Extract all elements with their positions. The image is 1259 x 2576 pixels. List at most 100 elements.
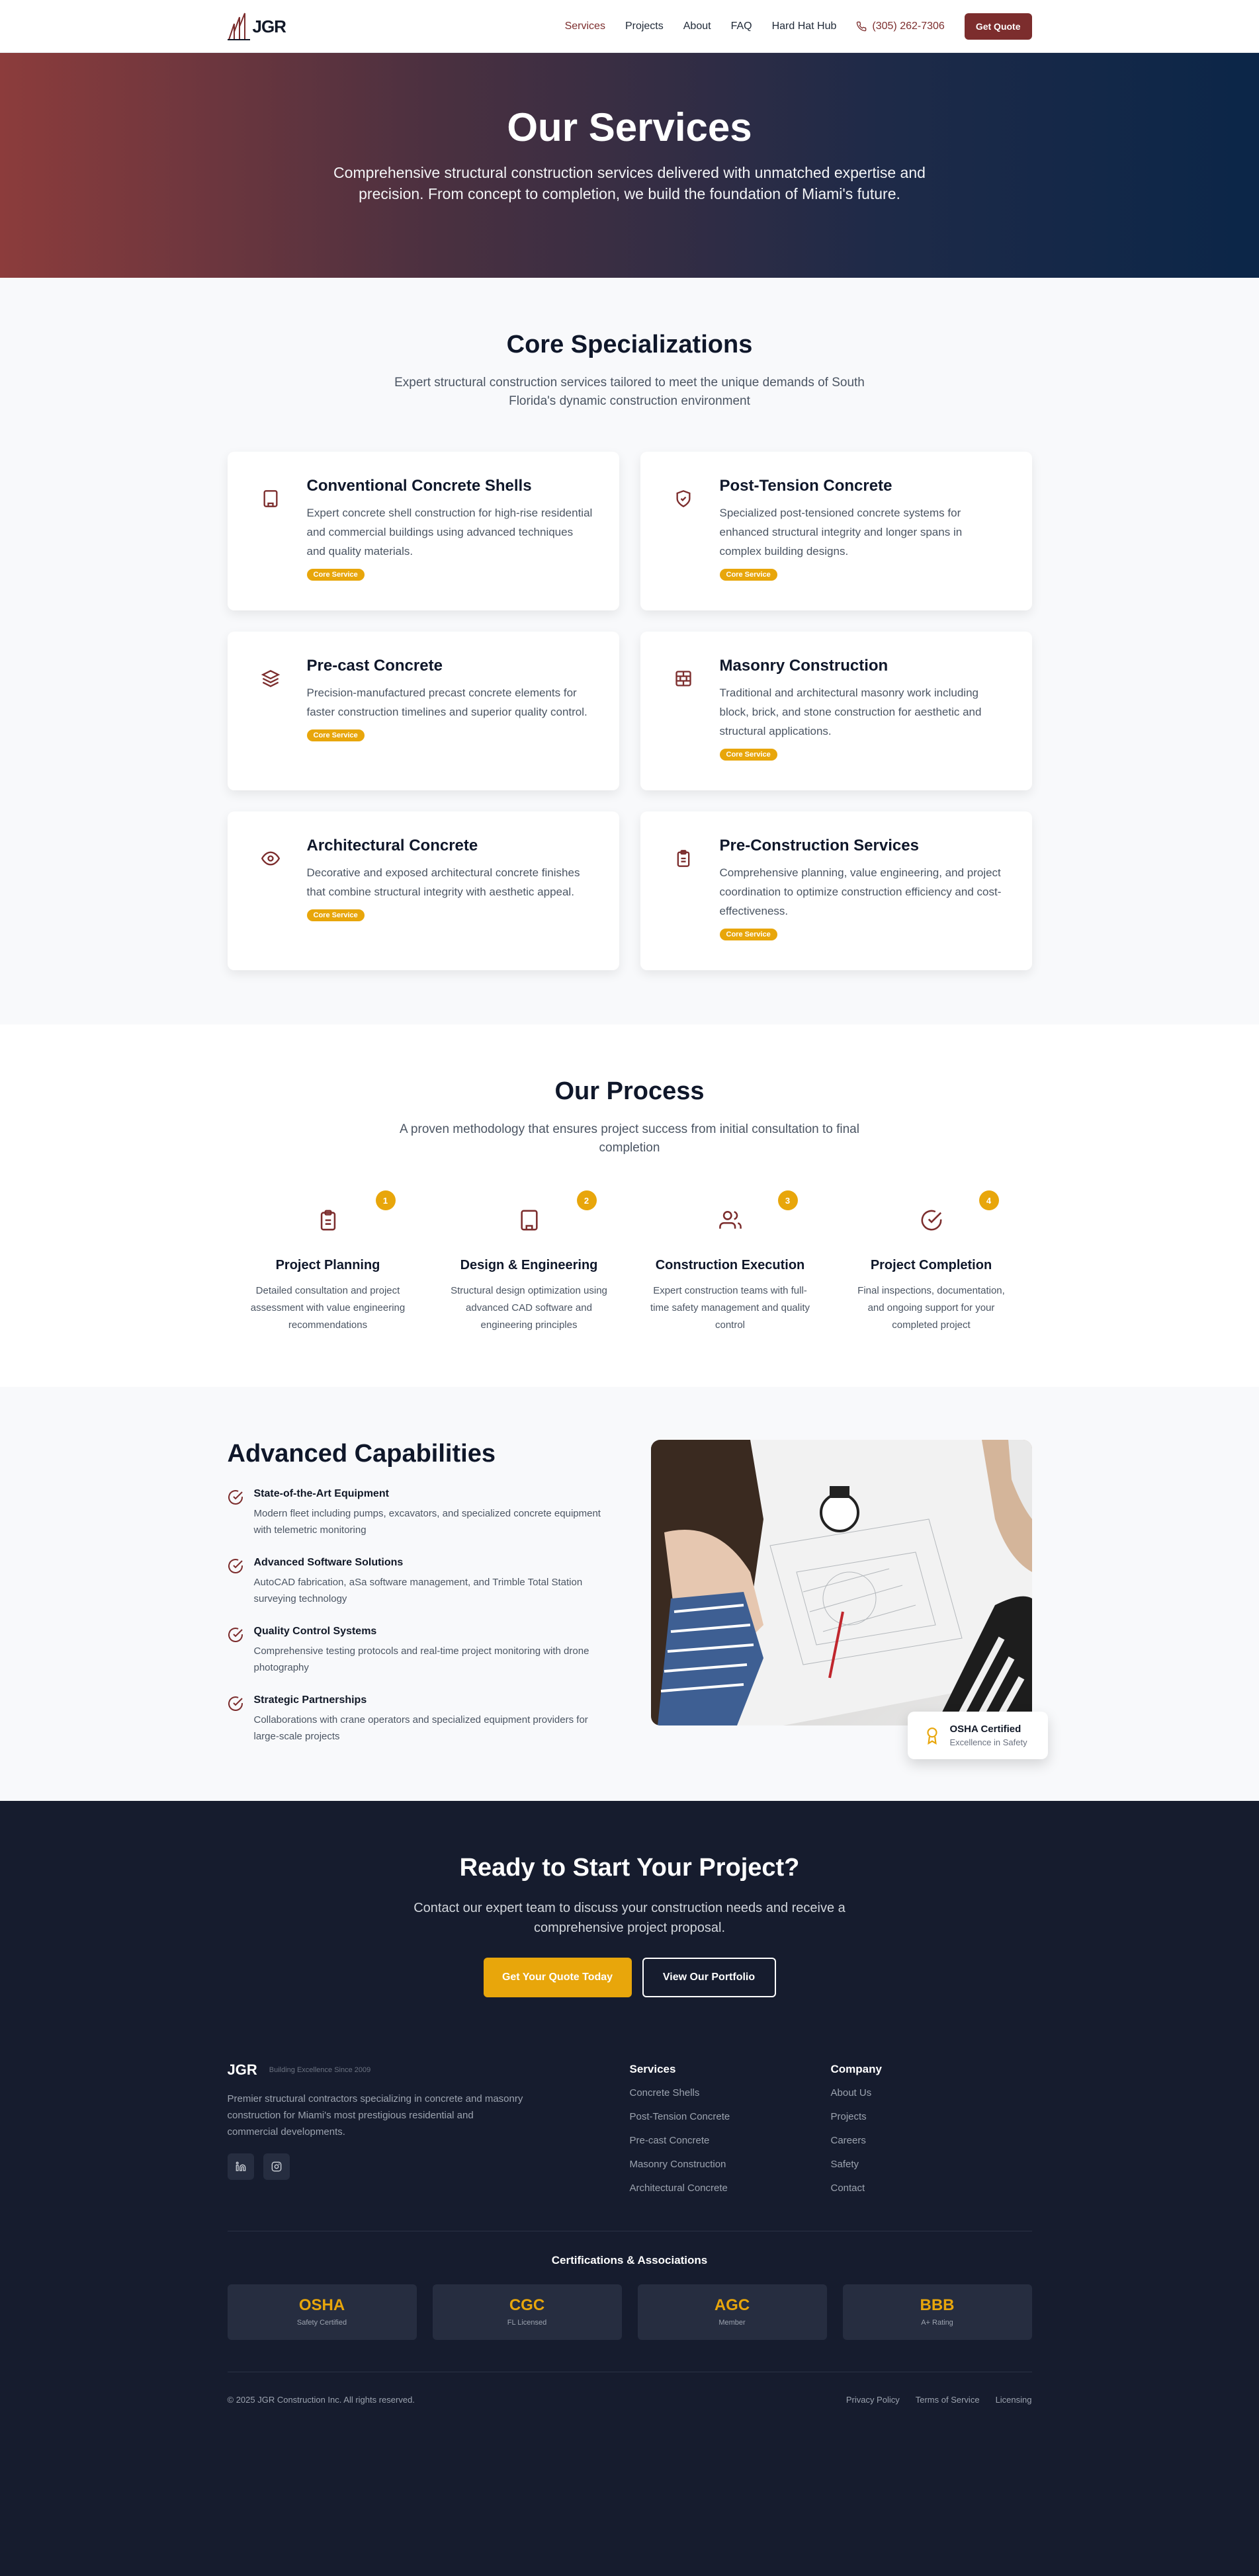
instagram-button[interactable] [263, 2153, 290, 2180]
process-title: Our Process [554, 1077, 705, 1105]
core-service-badge: Core Service [719, 569, 777, 581]
view-portfolio-button[interactable]: View Our Portfolio [642, 1958, 776, 1997]
footer-link-concrete-shells[interactable]: Concrete Shells [630, 2087, 831, 2100]
logo[interactable]: JGR [227, 12, 286, 41]
capability-item: Strategic Partnerships Collaborations wi… [228, 1694, 609, 1745]
cert-card-subtitle: Excellence in Safety [949, 1737, 1027, 1747]
capability-title: Strategic Partnerships [253, 1694, 367, 1706]
get-your-quote-button[interactable]: Get Your Quote Today [483, 1958, 632, 1997]
service-card-desc: Traditional and architectural masonry wo… [719, 686, 982, 737]
service-card-desc: Expert concrete shell construction for h… [306, 507, 593, 558]
core-service-badge: Core Service [306, 909, 365, 921]
nav-links: Services Projects About FAQ Hard Hat Hub… [565, 13, 1032, 40]
building-icon [506, 1197, 552, 1243]
service-card-pre-construction[interactable]: Pre-Construction Services Comprehensive … [640, 811, 1032, 970]
capability-title: State-of-the-Art Equipment [253, 1488, 389, 1499]
footer-link-projects[interactable]: Projects [831, 2110, 1032, 2124]
cert-desc: FL Licensed [507, 2319, 547, 2327]
brick-icon [667, 662, 700, 695]
footer-link-contact[interactable]: Contact [831, 2182, 1032, 2195]
hero-subtitle: Comprehensive structural construction se… [333, 164, 926, 202]
step-number-badge: 4 [978, 1190, 999, 1210]
osha-certified-card: OSHA Certified Excellence in Safety [907, 1712, 1048, 1759]
process-step: 4 Project Completion Final inspections, … [831, 1190, 1032, 1334]
footer-link-about[interactable]: About Us [831, 2087, 1032, 2100]
service-card-post-tension[interactable]: Post-Tension Concrete Specialized post-t… [640, 452, 1032, 610]
privacy-policy-link[interactable]: Privacy Policy [846, 2395, 900, 2405]
core-service-badge: Core Service [719, 929, 777, 940]
service-card-title: Pre-Construction Services [719, 837, 919, 854]
certifications-title: Certifications & Associations [551, 2254, 708, 2266]
capability-title: Advanced Software Solutions [253, 1557, 404, 1568]
capabilities-section: Advanced Capabilities State-of-the-Art E… [0, 1387, 1259, 1801]
linkedin-button[interactable] [227, 2153, 254, 2180]
licensing-link[interactable]: Licensing [996, 2395, 1032, 2405]
step-title: Project Completion [870, 1258, 992, 1272]
step-desc: Detailed consultation and project assess… [250, 1285, 406, 1331]
cert-name: AGC [714, 2296, 750, 2314]
instagram-icon [271, 2161, 281, 2172]
core-service-badge: Core Service [306, 729, 365, 741]
nav-link-projects[interactable]: Projects [625, 21, 664, 32]
check-circle-icon [908, 1197, 955, 1243]
eye-icon [254, 842, 287, 875]
service-card-precast[interactable]: Pre-cast Concrete Precision-manufactured… [227, 632, 619, 790]
process-steps: 1 Project Planning Detailed consultation… [228, 1190, 1032, 1334]
capabilities-list: Advanced Capabilities State-of-the-Art E… [228, 1440, 609, 1745]
service-card-masonry[interactable]: Masonry Construction Traditional and arc… [640, 632, 1032, 790]
service-card-concrete-shells[interactable]: Conventional Concrete Shells Expert conc… [227, 452, 619, 610]
step-desc: Final inspections, documentation, and on… [857, 1285, 1005, 1331]
footer-link-architectural[interactable]: Architectural Concrete [630, 2182, 831, 2195]
process-section: Our Process A proven methodology that en… [0, 1024, 1259, 1387]
cert-desc: Safety Certified [296, 2319, 347, 2327]
nav-link-services[interactable]: Services [565, 21, 605, 32]
specializations-subtitle: Expert structural construction services … [394, 376, 865, 408]
step-number-badge: 2 [576, 1190, 597, 1210]
legal-links: Privacy Policy Terms of Service Licensin… [846, 2395, 1032, 2405]
terms-of-service-link[interactable]: Terms of Service [916, 2395, 980, 2405]
service-card-desc: Specialized post-tensioned concrete syst… [719, 507, 963, 558]
footer-company-column: Company About Us Projects Careers Safety… [831, 2061, 1032, 2206]
cert-card-title: OSHA Certified [949, 1724, 1021, 1735]
footer-link-careers[interactable]: Careers [831, 2134, 1032, 2147]
capability-title: Quality Control Systems [253, 1626, 377, 1637]
footer-tagline: Building Excellence Since 2009 [269, 2066, 371, 2074]
top-nav: JGR Services Projects About FAQ Hard Hat… [0, 0, 1259, 53]
footer-link-masonry[interactable]: Masonry Construction [630, 2158, 831, 2171]
step-title: Project Planning [275, 1258, 380, 1272]
step-number-badge: 1 [375, 1190, 396, 1210]
footer-logo[interactable]: JGR [228, 2061, 257, 2079]
capability-desc: Collaborations with crane operators and … [253, 1714, 588, 1742]
shield-icon [667, 482, 700, 515]
cert-name: BBB [920, 2296, 955, 2314]
footer-link-safety[interactable]: Safety [831, 2158, 1032, 2171]
capability-item: State-of-the-Art Equipment Modern fleet … [228, 1488, 609, 1538]
cert-desc: Member [718, 2319, 746, 2327]
logo-mark-icon [227, 13, 250, 40]
users-icon [707, 1197, 754, 1243]
clipboard-icon [667, 842, 700, 875]
footer-link-post-tension[interactable]: Post-Tension Concrete [630, 2110, 831, 2124]
service-card-title: Post-Tension Concrete [719, 477, 892, 495]
cta-section: Ready to Start Your Project? Contact our… [0, 1801, 1259, 2043]
service-card-title: Pre-cast Concrete [306, 657, 443, 675]
service-card-desc: Decorative and exposed architectural con… [306, 866, 580, 898]
step-title: Construction Execution [655, 1258, 805, 1272]
footer-services-title: Services [629, 2063, 676, 2075]
nav-link-hard-hat-hub[interactable]: Hard Hat Hub [772, 21, 837, 32]
hero-section: Our Services Comprehensive structural co… [0, 53, 1259, 278]
copyright: © 2025 JGR Construction Inc. All rights … [227, 2395, 415, 2405]
nav-phone-link[interactable]: (305) 262-7306 [856, 21, 945, 32]
phone-icon [857, 21, 867, 32]
service-card-architectural[interactable]: Architectural Concrete Decorative and ex… [227, 811, 619, 970]
get-quote-button[interactable]: Get Quote [964, 13, 1032, 40]
capability-desc: Modern fleet including pumps, excavators… [253, 1508, 601, 1536]
capability-item: Quality Control Systems Comprehensive te… [228, 1626, 609, 1676]
cert-desc: A+ Rating [921, 2319, 953, 2327]
capabilities-media: OSHA Certified Excellence in Safety [650, 1440, 1048, 1759]
footer: JGR Building Excellence Since 2009 Premi… [0, 2043, 1259, 2576]
footer-description: Premier structural contractors specializ… [227, 2093, 523, 2138]
nav-link-about[interactable]: About [683, 21, 711, 32]
footer-link-precast[interactable]: Pre-cast Concrete [630, 2134, 831, 2147]
nav-link-faq[interactable]: FAQ [731, 21, 752, 32]
